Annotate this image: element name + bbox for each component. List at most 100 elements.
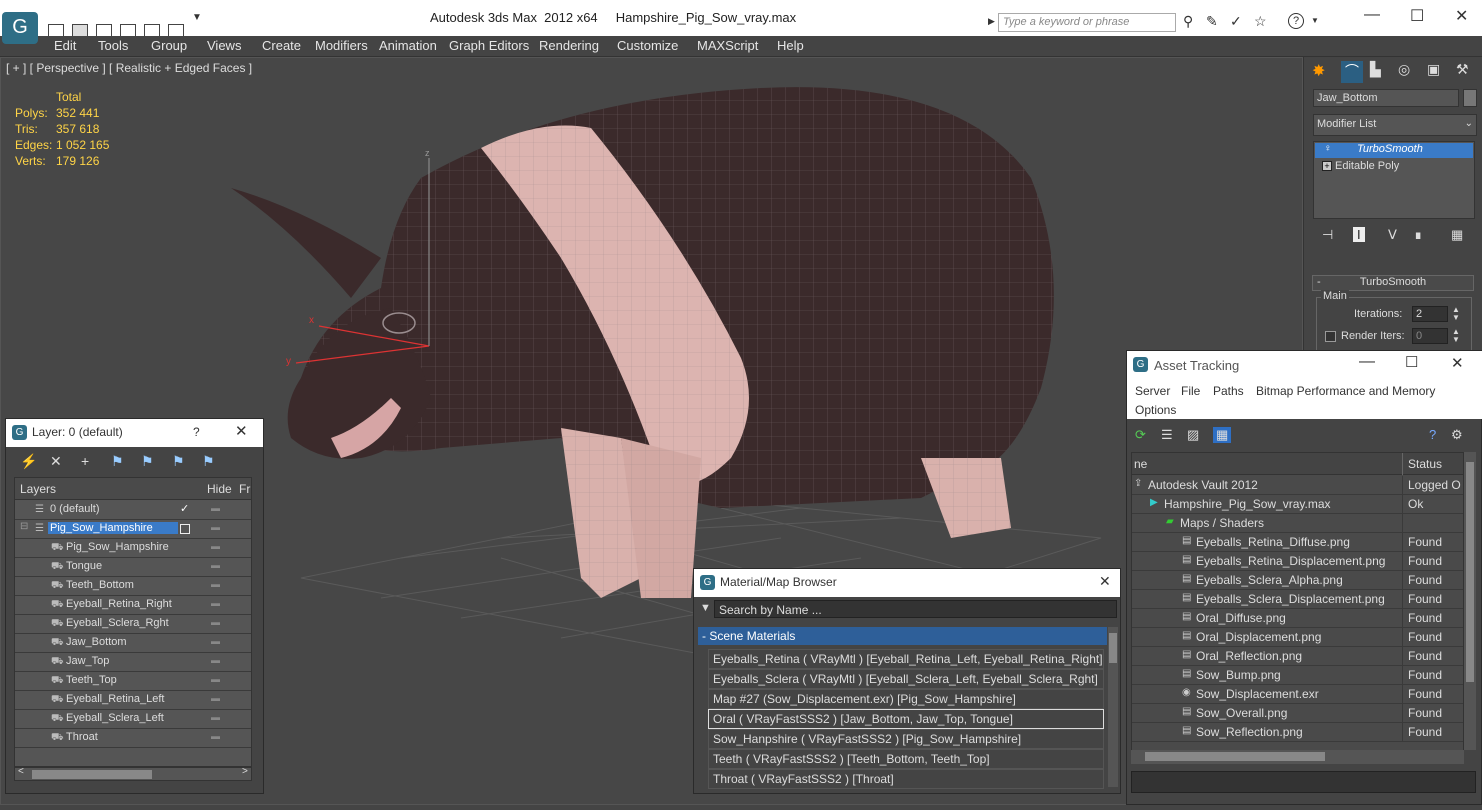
- spinner-arrows-icon[interactable]: ▲ ▼: [1452, 306, 1460, 322]
- scroll-right-icon[interactable]: >: [242, 766, 248, 777]
- hide-toggle-icon[interactable]: ▬: [211, 693, 220, 703]
- minimize-icon[interactable]: —: [1359, 353, 1375, 371]
- asset-row[interactable]: ▤ Eyeballs_Sclera_Alpha.png Found: [1132, 571, 1463, 590]
- close-icon[interactable]: ✕: [235, 422, 248, 440]
- list-view-icon[interactable]: ☰: [1161, 427, 1173, 443]
- configure-sets-icon[interactable]: ▦: [1451, 227, 1463, 243]
- hide-toggle-icon[interactable]: ▬: [211, 522, 220, 532]
- maximize-icon[interactable]: ☐: [1405, 353, 1418, 371]
- asset-row[interactable]: ▤ Oral_Diffuse.png Found: [1132, 609, 1463, 628]
- asset-row[interactable]: ◉ Sow_Displacement.exr Found: [1132, 685, 1463, 704]
- layer-row[interactable]: ⛟ Eyeball_Retina_Left ▬: [15, 691, 251, 710]
- menu-paths[interactable]: Paths: [1213, 384, 1244, 398]
- menu-help[interactable]: Help: [777, 38, 804, 53]
- stack-item-turbosmooth[interactable]: TurboSmooth: [1315, 143, 1473, 158]
- material-item[interactable]: Throat ( VRayFastSSS2 ) [Throat]: [708, 769, 1104, 789]
- create-tab-icon[interactable]: ✸: [1312, 61, 1325, 81]
- set-current-layer-icon[interactable]: ⚑: [172, 453, 185, 470]
- select-objects-icon[interactable]: ⚑: [111, 453, 124, 470]
- hierarchy-tab-icon[interactable]: ▙: [1370, 61, 1381, 78]
- material-item[interactable]: Eyeballs_Retina ( VRayMtl ) [Eyeball_Ret…: [708, 649, 1104, 669]
- hide-toggle-icon[interactable]: ▬: [211, 598, 220, 608]
- hide-toggle-icon[interactable]: ▬: [211, 579, 220, 589]
- layer-row[interactable]: ⛟ Pig_Sow_Hampshire ▬: [15, 539, 251, 558]
- column-hide[interactable]: Hide: [207, 482, 232, 496]
- layer-row[interactable]: ☰ Pig_Sow_Hampshire ▬ ⊟: [15, 520, 251, 539]
- show-end-result-icon[interactable]: I: [1353, 227, 1365, 242]
- close-icon[interactable]: ✕: [1451, 354, 1464, 372]
- hide-toggle-icon[interactable]: ▬: [211, 617, 220, 627]
- layer-row[interactable]: ☰ 0 (default) ▬ ✓: [15, 501, 251, 520]
- create-layer-icon[interactable]: ⚡: [20, 453, 37, 470]
- asset-row[interactable]: ▤ Oral_Displacement.png Found: [1132, 628, 1463, 647]
- close-icon[interactable]: ✕: [1455, 6, 1468, 26]
- set-current-box-icon[interactable]: [180, 524, 190, 534]
- asset-row[interactable]: ▤ Sow_Overall.png Found: [1132, 704, 1463, 723]
- motion-tab-icon[interactable]: ◎: [1398, 61, 1410, 78]
- hide-toggle-icon[interactable]: ▬: [211, 731, 220, 741]
- thumbnail-view-icon[interactable]: ▨: [1187, 427, 1199, 443]
- close-icon[interactable]: ✕: [1099, 573, 1111, 590]
- stack-item-editable-poly[interactable]: Editable Poly: [1335, 160, 1399, 172]
- asset-row[interactable]: ▶ Hampshire_Pig_Sow_vray.max Ok: [1132, 495, 1463, 514]
- utilities-tab-icon[interactable]: ⚒: [1456, 61, 1469, 78]
- asset-settings-icon[interactable]: ⚙: [1451, 427, 1463, 443]
- delete-layer-icon[interactable]: ✕: [50, 453, 62, 470]
- layer-row[interactable]: ⛟ Teeth_Bottom ▬: [15, 577, 251, 596]
- make-unique-icon[interactable]: Ⅴ: [1388, 227, 1397, 243]
- hide-toggle-icon[interactable]: ▬: [211, 712, 220, 722]
- menu-create[interactable]: Create: [262, 38, 301, 53]
- hide-toggle-icon[interactable]: ▬: [211, 674, 220, 684]
- app-logo-icon[interactable]: G: [2, 12, 38, 44]
- menu-rendering[interactable]: Rendering: [539, 38, 599, 53]
- asset-row[interactable]: ⇪ Autodesk Vault 2012 Logged O: [1132, 476, 1463, 495]
- menu-animation[interactable]: Animation: [379, 38, 437, 53]
- display-tab-icon[interactable]: ▣: [1427, 61, 1440, 78]
- layer-row[interactable]: ⛟ Tongue ▬: [15, 558, 251, 577]
- object-name-field[interactable]: Jaw_Bottom: [1313, 89, 1459, 107]
- minimize-icon[interactable]: —: [1364, 6, 1380, 24]
- menu-maxscript[interactable]: MAXScript: [697, 38, 758, 53]
- help-dropdown-icon[interactable]: ▼: [1311, 16, 1319, 25]
- layer-row[interactable]: ⛟ Teeth_Top ▬: [15, 672, 251, 691]
- expand-arrow-icon[interactable]: ▶: [988, 16, 995, 27]
- layer-hscrollbar[interactable]: < >: [14, 766, 252, 781]
- wrench-icon[interactable]: ✎: [1206, 13, 1218, 30]
- viewport-label[interactable]: [ + ] [ Perspective ] [ Realistic + Edge…: [6, 61, 252, 75]
- asset-row[interactable]: ▤ Eyeballs_Retina_Diffuse.png Found: [1132, 533, 1463, 552]
- asset-vscrollbar[interactable]: [1464, 452, 1476, 750]
- help-icon[interactable]: ?: [1288, 13, 1304, 29]
- asset-row[interactable]: ▰ Maps / Shaders: [1132, 514, 1463, 533]
- iterations-spinner[interactable]: 2: [1412, 306, 1448, 322]
- options-menu-icon[interactable]: ▼: [700, 602, 711, 614]
- material-vscrollbar[interactable]: [1108, 627, 1118, 787]
- asset-hscrollbar[interactable]: [1131, 750, 1464, 764]
- rollout-turbosmooth[interactable]: - TurboSmooth: [1312, 275, 1474, 291]
- material-item[interactable]: Oral ( VRayFastSSS2 ) [Jaw_Bottom, Jaw_T…: [708, 709, 1104, 729]
- menu-server[interactable]: Server: [1135, 384, 1170, 398]
- menu-tools[interactable]: Tools: [98, 38, 128, 53]
- pin-stack-icon[interactable]: ⊣: [1322, 227, 1333, 243]
- remove-modifier-icon[interactable]: ∎: [1414, 227, 1422, 243]
- scroll-left-icon[interactable]: <: [18, 766, 24, 777]
- menu-group[interactable]: Group: [151, 38, 187, 53]
- hide-toggle-icon[interactable]: ▬: [211, 541, 220, 551]
- add-to-layer-icon[interactable]: +: [81, 453, 89, 469]
- menu-customize[interactable]: Customize: [617, 38, 678, 53]
- layer-row[interactable]: ⛟ Jaw_Bottom ▬: [15, 634, 251, 653]
- hide-toggle-icon[interactable]: ▬: [211, 503, 220, 513]
- menu-file[interactable]: File: [1181, 384, 1200, 398]
- material-item[interactable]: Eyeballs_Sclera ( VRayMtl ) [Eyeball_Scl…: [708, 669, 1104, 689]
- favorites-star-icon[interactable]: ☆: [1254, 13, 1267, 30]
- layer-row[interactable]: ⛟ Jaw_Top ▬: [15, 653, 251, 672]
- layer-row[interactable]: ⛟ Throat ▬: [15, 729, 251, 748]
- maximize-icon[interactable]: ☐: [1410, 6, 1424, 26]
- menu-modifiers[interactable]: Modifiers: [315, 38, 368, 53]
- object-color-swatch[interactable]: [1463, 89, 1477, 107]
- layer-row[interactable]: ⛟ Eyeball_Sclera_Rght ▬: [15, 615, 251, 634]
- hide-toggle-icon[interactable]: ▬: [211, 636, 220, 646]
- asset-row[interactable]: ▤ Oral_Reflection.png Found: [1132, 647, 1463, 666]
- select-layer-icon[interactable]: ⚑: [141, 453, 154, 470]
- table-view-icon[interactable]: ▦: [1213, 427, 1232, 443]
- scroll-thumb[interactable]: [32, 770, 152, 779]
